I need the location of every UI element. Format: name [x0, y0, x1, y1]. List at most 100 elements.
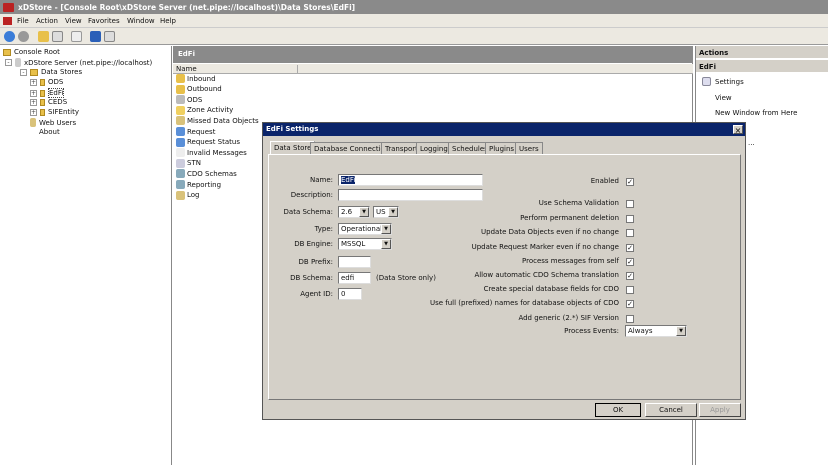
collapse-icon[interactable]: -	[20, 68, 27, 76]
checkbox-label: Perform permanent deletion	[520, 214, 619, 222]
node-icon	[176, 95, 185, 105]
tree-store-sifentity[interactable]: + SIFEntity	[30, 108, 79, 116]
list-item[interactable]: ODS	[176, 95, 202, 105]
checkbox-label: Update Request Marker even if no change	[471, 243, 619, 251]
collapse-icon[interactable]: -	[5, 59, 12, 66]
expand-icon[interactable]: +	[30, 89, 37, 97]
tree-store-ceds[interactable]: + CEDS	[30, 98, 67, 106]
tab-users[interactable]: Users	[515, 142, 543, 154]
folder-icon	[3, 48, 11, 56]
expand-icon[interactable]: +	[30, 98, 37, 106]
forward-icon[interactable]	[18, 31, 29, 42]
list-item[interactable]: CDO Schemas	[176, 169, 237, 179]
node-icon	[176, 105, 185, 115]
chevron-down-icon: ▼	[388, 207, 398, 217]
column-name[interactable]: Name	[176, 65, 298, 73]
cancel-button[interactable]: Cancel	[645, 403, 697, 417]
toolbar	[0, 28, 828, 45]
menu-favorites[interactable]: Favorites	[88, 17, 120, 25]
data-schema-locale-select[interactable]: US ▼	[373, 206, 399, 218]
db-schema-input[interactable]: edfi	[338, 272, 371, 284]
users-icon	[30, 118, 36, 127]
name-input[interactable]: EdFi	[338, 174, 483, 186]
checkbox[interactable]	[626, 315, 634, 323]
agent-id-input[interactable]: 0	[338, 288, 362, 300]
chevron-down-icon: ▼	[381, 224, 391, 234]
type-label: Type:	[314, 225, 333, 233]
up-folder-icon[interactable]	[38, 31, 49, 42]
menu-window[interactable]: Window	[127, 17, 155, 25]
export-icon[interactable]	[71, 31, 82, 42]
checkbox-label: Enabled	[590, 177, 619, 185]
action-view[interactable]: View	[715, 94, 732, 102]
checkbox[interactable]	[626, 200, 634, 208]
checkbox[interactable]	[626, 215, 634, 223]
list-item[interactable]: Inbound	[176, 74, 216, 83]
app-icon	[3, 3, 14, 12]
menu-bar: File Action View Favorites Window Help	[0, 14, 828, 28]
menu-view[interactable]: View	[65, 17, 82, 25]
name-label: Name:	[309, 176, 333, 184]
show-tree-icon[interactable]	[52, 31, 63, 42]
folder-icon	[30, 68, 38, 76]
tree-data-stores[interactable]: - Data Stores	[20, 68, 82, 76]
checkbox[interactable]	[626, 229, 634, 237]
list-item[interactable]: Invalid Messages	[176, 148, 247, 158]
expand-icon[interactable]: +	[30, 108, 37, 116]
list-item[interactable]: Request Status	[176, 137, 240, 147]
process-events-label: Process Events:	[564, 327, 619, 335]
db-prefix-input[interactable]	[338, 256, 371, 268]
menu-file[interactable]: File	[17, 17, 29, 25]
checkbox[interactable]: ✓	[626, 300, 634, 308]
tab-logging[interactable]: Logging	[416, 142, 452, 154]
app-menu-icon[interactable]	[3, 17, 12, 25]
chevron-down-icon: ▼	[676, 326, 686, 336]
tree-server[interactable]: - xDStore Server (net.pipe://localhost)	[5, 58, 152, 67]
checkbox-label: Allow automatic CDO Schema translation	[474, 271, 619, 279]
database-icon	[40, 89, 45, 97]
checkbox-label: Use Schema Validation	[538, 199, 619, 207]
db-schema-label: DB Schema:	[290, 274, 333, 282]
list-item[interactable]: STN	[176, 158, 201, 168]
database-icon	[40, 98, 45, 106]
ok-button[interactable]: OK	[595, 403, 641, 417]
process-events-select[interactable]: Always ▼	[625, 325, 687, 337]
close-icon[interactable]: ×	[733, 125, 743, 135]
action-settings[interactable]: Settings	[715, 78, 744, 86]
menu-action[interactable]: Action	[36, 17, 58, 25]
db-schema-note: (Data Store only)	[376, 274, 436, 282]
tab-data-store[interactable]: Data Store	[270, 141, 316, 155]
expand-icon[interactable]: +	[30, 78, 37, 86]
checkbox[interactable]: ✓	[626, 178, 634, 186]
checkbox[interactable]	[626, 286, 634, 294]
dialog-title: EdFi Settings	[263, 123, 745, 136]
checkbox[interactable]: ✓	[626, 258, 634, 266]
tree-store-edfi[interactable]: + EdFi	[30, 88, 65, 98]
list-item[interactable]: Reporting	[176, 180, 221, 189]
tab-plugins[interactable]: Plugins	[485, 142, 519, 154]
list-item[interactable]: Log	[176, 190, 200, 200]
help-icon[interactable]	[90, 31, 101, 42]
tree-about[interactable]: About	[39, 128, 60, 136]
action-more: ...	[748, 139, 755, 147]
tree-web-users[interactable]: Web Users	[30, 118, 76, 127]
checkbox[interactable]: ✓	[626, 272, 634, 280]
list-item[interactable]: Missed Data Objects	[176, 116, 259, 126]
tree-store-ods[interactable]: + ODS	[30, 78, 63, 86]
action-pane-icon[interactable]	[104, 31, 115, 42]
menu-help[interactable]: Help	[160, 17, 176, 25]
type-select[interactable]: Operational ▼	[338, 223, 392, 235]
action-new-window[interactable]: New Window from Here	[715, 109, 797, 117]
list-item[interactable]: Zone Activity	[176, 105, 233, 115]
console-tree: Console Root - xDStore Server (net.pipe:/…	[0, 46, 172, 465]
apply-button[interactable]: Apply	[699, 403, 741, 417]
list-item[interactable]: Outbound	[176, 84, 222, 94]
checkbox-label: Update Data Objects even if no change	[481, 228, 619, 236]
checkbox[interactable]: ✓	[626, 244, 634, 252]
data-schema-version-select[interactable]: 2.6 ▼	[338, 206, 370, 218]
list-item[interactable]: Request	[176, 127, 215, 136]
description-input[interactable]	[338, 189, 483, 201]
tree-console-root[interactable]: Console Root	[3, 48, 60, 56]
db-engine-select[interactable]: MSSQL ▼	[338, 238, 392, 250]
back-icon[interactable]	[4, 31, 15, 42]
